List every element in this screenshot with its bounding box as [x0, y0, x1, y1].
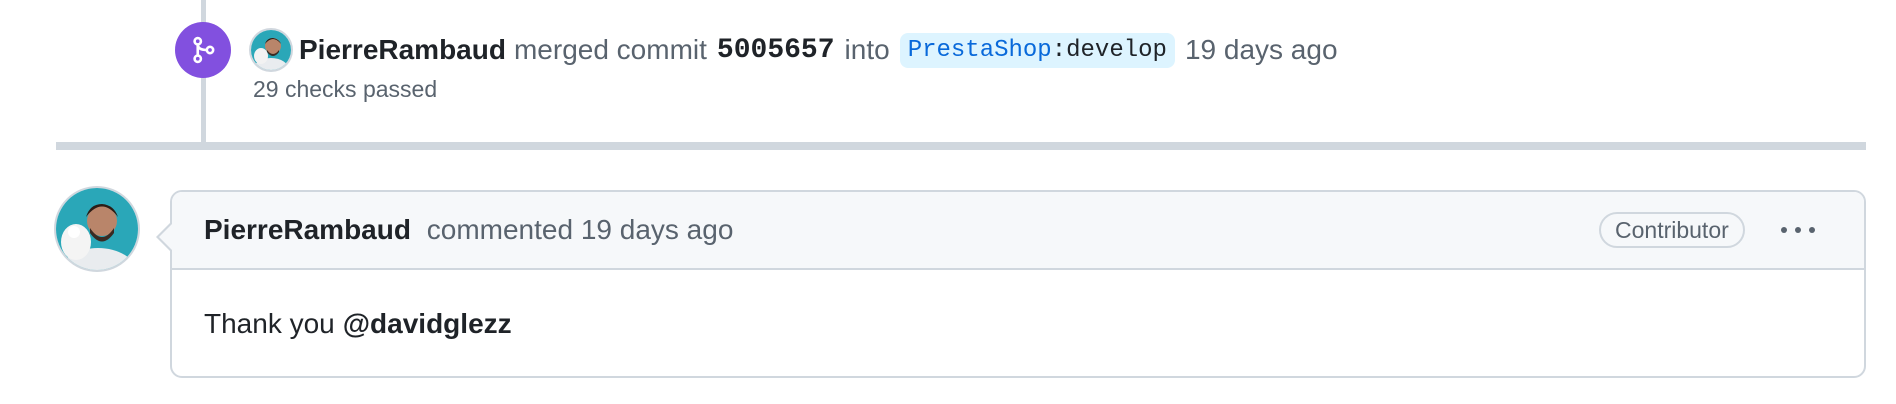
- comment-body: Thank you @davidglezz: [172, 270, 1864, 378]
- comment-author-link[interactable]: PierreRambaud: [204, 214, 411, 245]
- comment-action-text: commented: [426, 214, 574, 245]
- branch-name: develop: [1066, 36, 1167, 64]
- target-branch-label[interactable]: PrestaShop:develop: [899, 32, 1175, 68]
- comment-options-button[interactable]: [1776, 216, 1820, 244]
- timeline-divider: [56, 142, 1866, 150]
- checks-status-link[interactable]: 29 checks passed: [253, 76, 437, 103]
- avatar-image: [56, 188, 138, 270]
- avatar-image: [251, 30, 291, 70]
- comment-box: PierreRambaud commented 19 days ago Cont…: [156, 190, 1866, 378]
- user-mention-link[interactable]: @davidglezz: [343, 308, 512, 340]
- merge-author-link[interactable]: PierreRambaud: [299, 34, 506, 66]
- branch-separator: :: [1051, 36, 1067, 64]
- merger-avatar[interactable]: [251, 30, 291, 70]
- merge-timestamp[interactable]: 19 days ago: [1185, 34, 1338, 66]
- comment-body-text: Thank you: [204, 308, 335, 339]
- comment-header: PierreRambaud commented 19 days ago Cont…: [172, 192, 1864, 270]
- comment-header-text: PierreRambaud commented 19 days ago: [204, 214, 733, 246]
- kebab-horizontal-icon: [1781, 227, 1815, 233]
- comment-pointer: [156, 222, 172, 252]
- git-merge-icon: [193, 36, 215, 64]
- merge-action-text: merged commit: [513, 34, 707, 65]
- branch-repo: PrestaShop: [907, 36, 1052, 64]
- commenter-avatar[interactable]: [56, 188, 138, 270]
- merge-badge: [175, 22, 231, 78]
- comment-timestamp[interactable]: 19 days ago: [581, 214, 734, 245]
- into-text: into: [844, 34, 890, 65]
- contributor-badge: Contributor: [1599, 212, 1745, 248]
- merge-event-text: PierreRambaud merged commit 5005657 into…: [299, 30, 1338, 70]
- commit-sha-link[interactable]: 5005657: [717, 35, 835, 66]
